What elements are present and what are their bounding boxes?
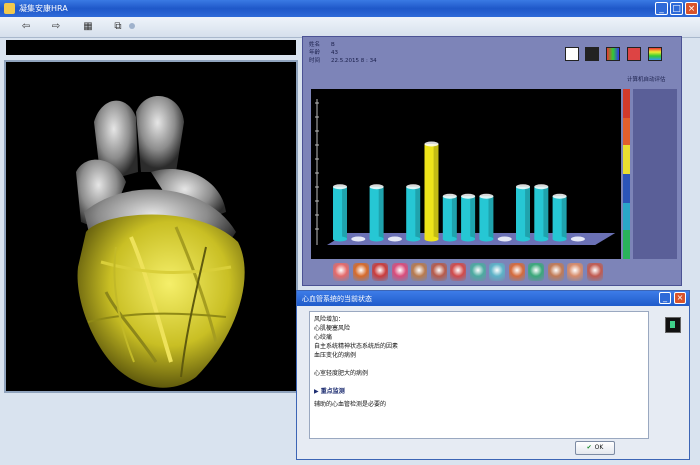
maximize-button[interactable]: □	[670, 2, 683, 15]
dialog-title: 心血管系统的当前状态	[302, 295, 372, 303]
chart-bar	[369, 184, 384, 242]
status-dot-icon	[129, 23, 135, 29]
toolbar: ⇦ ⇨ ▦ ⧉	[0, 17, 700, 38]
chart-bar	[461, 193, 476, 242]
left-header-strip	[6, 40, 296, 55]
chart-bar	[387, 236, 402, 242]
section-title: ▶ 重点监测	[314, 388, 345, 395]
title-bar: 凝集安康HRA _ □ ×	[0, 0, 700, 17]
patient-row-name: 姓名 B	[309, 42, 335, 48]
main-window: 凝集安康HRA _ □ × ⇦ ⇨ ▦ ⧉ 姓名 B 年龄 43 时间 22.5…	[0, 0, 700, 465]
patient-row-age: 年龄 43	[309, 50, 338, 56]
document-icon[interactable]: ▦	[80, 20, 96, 34]
window-title: 凝集安康HRA	[19, 4, 68, 13]
warning-icon[interactable]	[627, 47, 641, 61]
organ-icon[interactable]	[411, 263, 427, 281]
organ-icon[interactable]	[391, 263, 408, 281]
patient-info: 姓名 B 年龄 43 时间 22.5.2015 8 : 34	[309, 41, 377, 65]
panel-icon[interactable]	[585, 47, 599, 61]
status-line: 风险增加：	[314, 316, 345, 323]
risk-scale-bar	[623, 89, 630, 259]
status-line: 心绞痛	[314, 334, 333, 341]
analysis-panel: 姓名 B 年龄 43 时间 22.5.2015 8 : 34 计算机自动评估	[302, 36, 682, 286]
chart-bar	[424, 141, 439, 242]
status-line: 心肌梗塞风险	[314, 325, 351, 332]
checkmark-icon: ✔	[586, 444, 592, 451]
spectrum-icon[interactable]	[648, 47, 662, 61]
chart-bar	[333, 184, 347, 242]
dialog-title-bar: 心血管系统的当前状态 _ ×	[297, 291, 689, 306]
organ-icon-strip	[333, 263, 608, 283]
organ-icon[interactable]	[450, 263, 466, 281]
dialog-minimize-button[interactable]: _	[659, 292, 671, 304]
organ-icon[interactable]	[528, 263, 544, 281]
chart-bar	[570, 236, 585, 242]
organ-icon[interactable]	[352, 263, 369, 281]
copy-icon[interactable]: ⧉	[110, 20, 126, 34]
patient-row-time: 时间 22.5.2015 8 : 34	[309, 58, 377, 64]
chart-bar	[516, 184, 530, 242]
status-line: 血压变化的病例	[314, 352, 357, 359]
chart-bar	[351, 236, 366, 242]
chart-area	[311, 89, 621, 259]
chart-bar	[406, 184, 421, 242]
monitor-icon[interactable]	[665, 317, 681, 333]
heart-model-image	[76, 95, 245, 388]
chart-bar	[552, 193, 567, 242]
chart-bar	[534, 184, 549, 242]
organ-icon[interactable]	[547, 263, 564, 281]
ok-button[interactable]: ✔ OK	[575, 441, 615, 455]
organ-icon[interactable]	[333, 263, 349, 281]
organ-icon[interactable]	[508, 263, 525, 281]
organ-icon[interactable]	[489, 263, 505, 281]
report-icon[interactable]	[565, 47, 579, 61]
chart-bar	[442, 193, 457, 242]
organ-icon[interactable]	[430, 263, 447, 281]
chart-bar	[497, 236, 512, 242]
forward-icon[interactable]: ⇨	[48, 20, 64, 34]
cardiovascular-dialog: 心血管系统的当前状态 _ × 风险增加： 心肌梗塞风险 心绞痛 自主系统精神状态…	[296, 290, 690, 460]
status-text-box: 风险增加： 心肌梗塞风险 心绞痛 自主系统精神状态系统后的因素 血压变化的病例 …	[309, 311, 649, 439]
color-bars-icon[interactable]	[606, 47, 620, 61]
back-icon[interactable]: ⇦	[18, 20, 34, 34]
close-button[interactable]: ×	[685, 2, 698, 15]
dialog-close-button[interactable]: ×	[674, 292, 686, 304]
chart-bar	[479, 193, 494, 242]
status-note: 心室轻度肥大的病例	[314, 370, 369, 377]
organ-icon[interactable]	[567, 263, 583, 281]
minimize-button[interactable]: _	[655, 2, 668, 15]
auto-evaluation-caption: 计算机自动评估	[627, 77, 666, 83]
section-text: 辅助的心血管检测是必要的	[314, 401, 387, 408]
organ-icon[interactable]	[469, 263, 486, 281]
bar-chart	[315, 99, 616, 245]
app-icon	[4, 3, 15, 14]
organ-icon[interactable]	[372, 263, 388, 281]
heart-3d-viewer[interactable]	[4, 60, 298, 393]
status-line: 自主系统精神状态系统后的因素	[314, 343, 399, 350]
ok-button-label: OK	[594, 444, 604, 451]
organ-icon[interactable]	[586, 263, 603, 281]
right-side-panel	[633, 89, 677, 259]
